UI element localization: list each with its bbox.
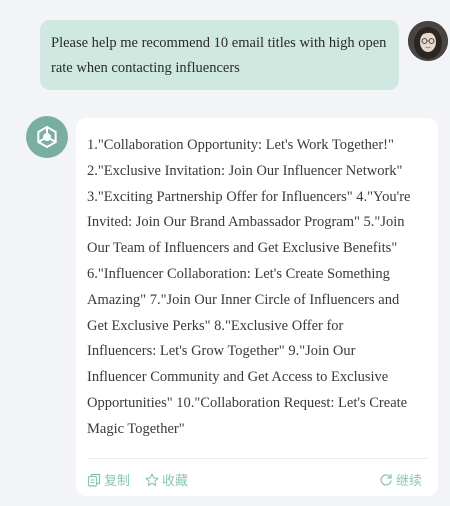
assistant-message-card: 1."Collaboration Opportunity: Let's Work… bbox=[76, 118, 438, 496]
copy-button[interactable]: 复制 bbox=[87, 470, 130, 489]
user-message-text: Please help me recommend 10 email titles… bbox=[51, 35, 387, 76]
refresh-icon bbox=[380, 473, 392, 486]
assistant-avatar bbox=[26, 116, 68, 158]
user-message-bubble: Please help me recommend 10 email titles… bbox=[40, 20, 399, 90]
message-actions: 复制 收藏 继续 bbox=[76, 470, 438, 492]
continue-label: 继续 bbox=[396, 474, 423, 489]
favorite-label: 收藏 bbox=[162, 474, 189, 489]
favorite-button[interactable]: 收藏 bbox=[145, 470, 188, 489]
divider bbox=[87, 458, 428, 459]
continue-button[interactable]: 继续 bbox=[379, 470, 422, 489]
user-avatar[interactable] bbox=[408, 21, 448, 61]
star-icon bbox=[145, 472, 159, 486]
openai-logo-icon bbox=[37, 125, 57, 149]
user-avatar-photo bbox=[408, 21, 448, 61]
assistant-message-text: 1."Collaboration Opportunity: Let's Work… bbox=[87, 137, 411, 437]
copy-label: 复制 bbox=[104, 474, 131, 489]
copy-icon bbox=[87, 473, 101, 487]
